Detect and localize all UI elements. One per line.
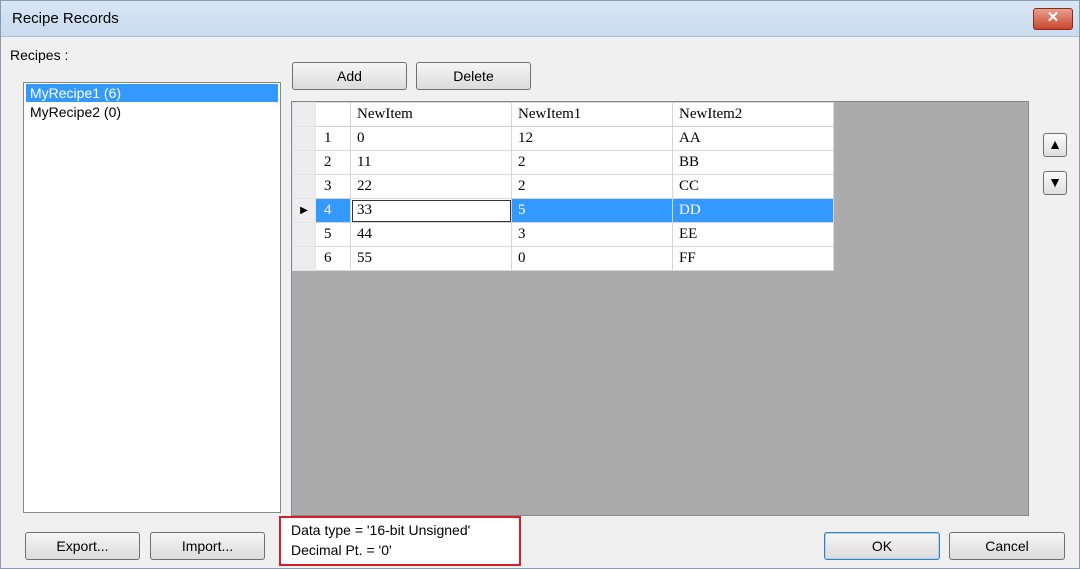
recipe-item-myrecipe2[interactable]: MyRecipe2 (0) xyxy=(26,103,278,121)
table-header-row: NewItem NewItem1 NewItem2 xyxy=(292,102,834,127)
move-up-button[interactable]: ▲ xyxy=(1043,133,1067,157)
data-type-info-box: Data type = '16-bit Unsigned' Decimal Pt… xyxy=(279,516,521,566)
cell-newitem1[interactable]: 2 xyxy=(511,150,673,175)
title-bar[interactable]: Recipe Records ✕ xyxy=(1,1,1079,37)
cell-newitem-editing[interactable]: 33 xyxy=(350,198,512,223)
recipe-table: NewItem NewItem1 NewItem2 1 0 12 AA 2 11… xyxy=(292,102,834,271)
cell-newitem[interactable]: 22 xyxy=(350,174,512,199)
cell-newitem1[interactable]: 2 xyxy=(511,174,673,199)
ok-button[interactable]: OK xyxy=(824,532,940,560)
cell-newitem2[interactable]: FF xyxy=(672,246,834,271)
row-number: 2 xyxy=(315,150,351,175)
recipes-label: Recipes : xyxy=(10,47,69,63)
table-row[interactable]: 3 22 2 CC xyxy=(292,174,834,199)
recipe-records-dialog: Recipe Records ✕ Recipes : MyRecipe1 (6)… xyxy=(0,0,1080,569)
row-header[interactable] xyxy=(292,150,316,175)
down-arrow-icon: ▼ xyxy=(1048,174,1062,190)
decimal-point-text: Decimal Pt. = '0' xyxy=(291,542,392,558)
row-number: 1 xyxy=(315,126,351,151)
cell-newitem[interactable]: 11 xyxy=(350,150,512,175)
recipe-item-myrecipe1[interactable]: MyRecipe1 (6) xyxy=(26,84,278,102)
delete-button[interactable]: Delete xyxy=(416,62,531,90)
corner-cell xyxy=(292,102,316,127)
close-icon: ✕ xyxy=(1046,9,1060,26)
move-down-button[interactable]: ▼ xyxy=(1043,171,1067,195)
table-row-selected[interactable]: ▶ 4 33 5 DD xyxy=(292,198,834,223)
cell-newitem[interactable]: 44 xyxy=(350,222,512,247)
row-number: 5 xyxy=(315,222,351,247)
cell-newitem2[interactable]: DD xyxy=(672,198,834,223)
row-header[interactable]: ▶ xyxy=(292,198,316,223)
cell-newitem2[interactable]: AA xyxy=(672,126,834,151)
up-arrow-icon: ▲ xyxy=(1048,136,1062,152)
column-header-newitem[interactable]: NewItem xyxy=(350,102,512,127)
close-button[interactable]: ✕ xyxy=(1033,8,1073,30)
recipe-grid[interactable]: NewItem NewItem1 NewItem2 1 0 12 AA 2 11… xyxy=(291,101,1029,516)
row-header[interactable] xyxy=(292,246,316,271)
column-header-newitem1[interactable]: NewItem1 xyxy=(511,102,673,127)
cell-newitem2[interactable]: CC xyxy=(672,174,834,199)
row-header[interactable] xyxy=(292,126,316,151)
cell-newitem1[interactable]: 12 xyxy=(511,126,673,151)
table-row[interactable]: 6 55 0 FF xyxy=(292,246,834,271)
row-header[interactable] xyxy=(292,174,316,199)
window-title: Recipe Records xyxy=(12,10,119,27)
row-header[interactable] xyxy=(292,222,316,247)
row-number: 6 xyxy=(315,246,351,271)
cell-newitem2[interactable]: EE xyxy=(672,222,834,247)
cancel-button[interactable]: Cancel xyxy=(949,532,1065,560)
column-header-newitem2[interactable]: NewItem2 xyxy=(672,102,834,127)
import-button[interactable]: Import... xyxy=(150,532,265,560)
table-row[interactable]: 1 0 12 AA xyxy=(292,126,834,151)
row-number: 3 xyxy=(315,174,351,199)
cell-newitem1[interactable]: 3 xyxy=(511,222,673,247)
cell-newitem[interactable]: 0 xyxy=(350,126,512,151)
add-button[interactable]: Add xyxy=(292,62,407,90)
export-button[interactable]: Export... xyxy=(25,532,140,560)
cell-newitem2[interactable]: BB xyxy=(672,150,834,175)
cell-newitem1[interactable]: 0 xyxy=(511,246,673,271)
cell-newitem1[interactable]: 5 xyxy=(511,198,673,223)
table-row[interactable]: 5 44 3 EE xyxy=(292,222,834,247)
column-header-index xyxy=(315,102,351,127)
table-row[interactable]: 2 11 2 BB xyxy=(292,150,834,175)
row-number: 4 xyxy=(315,198,351,223)
cell-newitem[interactable]: 55 xyxy=(350,246,512,271)
data-type-text: Data type = '16-bit Unsigned' xyxy=(291,522,471,538)
current-row-icon: ▶ xyxy=(300,205,308,216)
recipe-list[interactable]: MyRecipe1 (6) MyRecipe2 (0) xyxy=(23,82,281,513)
